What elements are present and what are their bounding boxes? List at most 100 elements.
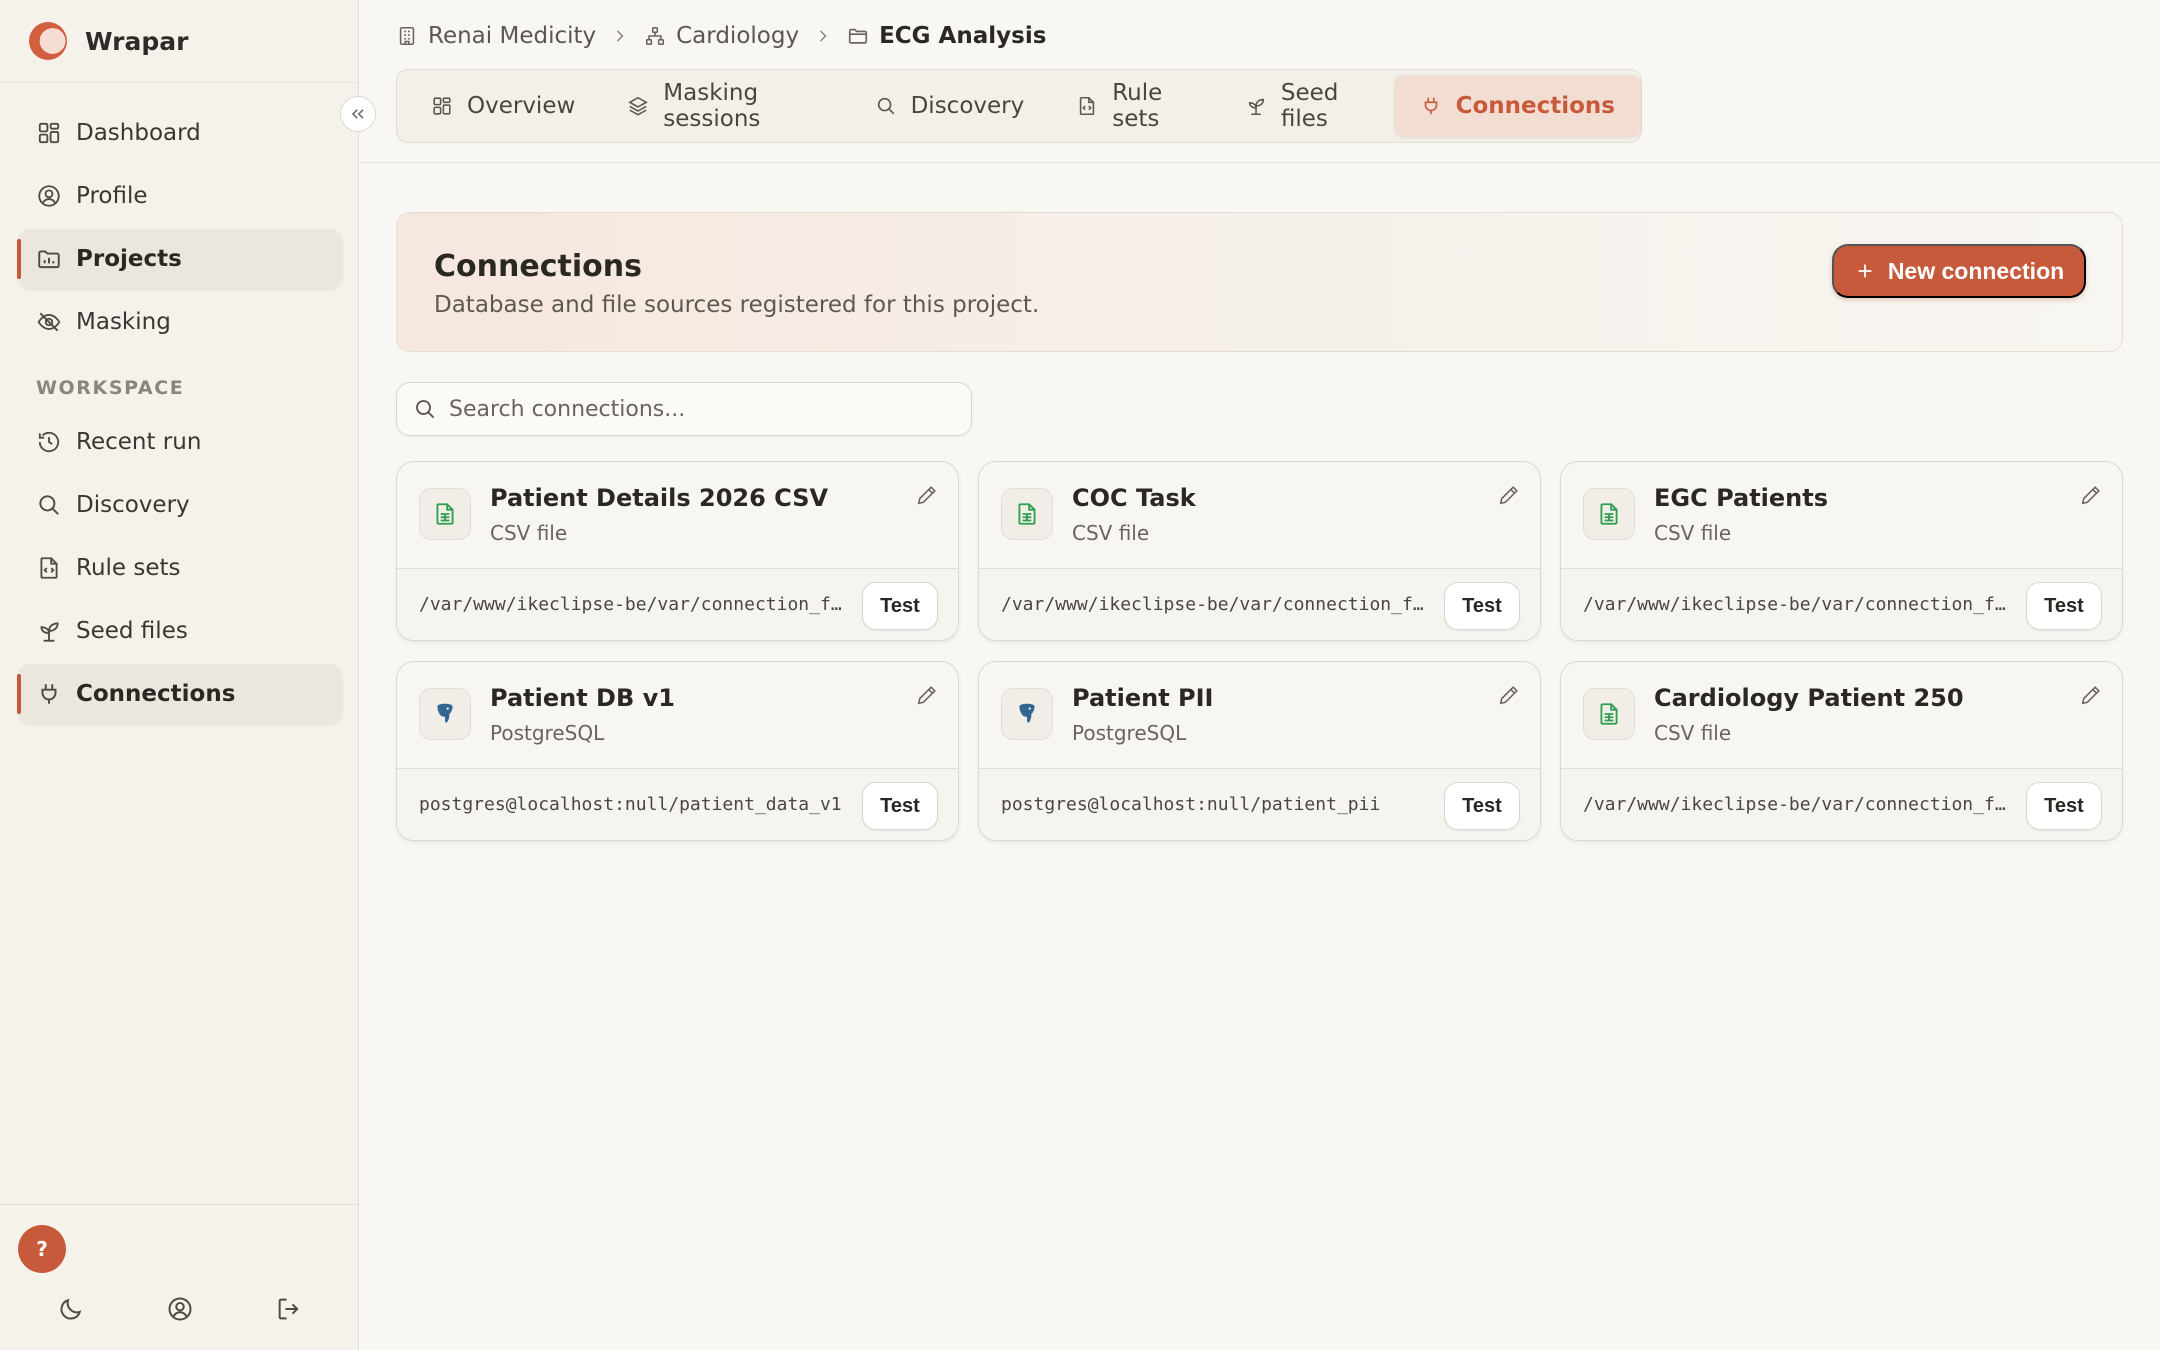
tab-label: Seed files <box>1280 80 1339 132</box>
folder-icon <box>847 25 869 47</box>
connection-card[interactable]: Patient DB v1 PostgreSQL postgres@localh… <box>396 661 959 841</box>
tab-label: Masking sessions <box>663 80 761 132</box>
brand-logo-icon <box>29 22 67 60</box>
breadcrumb-label: ECG Analysis <box>879 23 1047 49</box>
sidebar-item-label: Discovery <box>76 492 190 518</box>
connection-type: PostgreSQL <box>1072 721 1187 745</box>
test-connection-button[interactable]: Test <box>862 782 938 830</box>
sidebar-item-label: Seed files <box>76 618 188 644</box>
user-circle-icon <box>36 183 62 209</box>
help-button[interactable]: ? <box>18 1225 66 1273</box>
connection-card-header: EGC Patients CSV file <box>1561 462 2122 568</box>
sidebar-item-connections[interactable]: Connections <box>17 664 342 724</box>
project-tabs: Overview Masking sessions Discovery Rule… <box>396 69 1642 143</box>
pencil-icon[interactable] <box>1498 684 1520 706</box>
search-bar <box>396 382 972 436</box>
connection-card[interactable]: EGC Patients CSV file /var/www/ikeclipse… <box>1560 461 2123 641</box>
connection-card[interactable]: Patient Details 2026 CSV CSV file /var/w… <box>396 461 959 641</box>
connection-card-footer: /var/www/ikeclipse-be/var/connection_fil… <box>1561 568 2122 640</box>
sidebar-item-discovery[interactable]: Discovery <box>18 475 342 535</box>
pencil-icon[interactable] <box>1498 484 1520 506</box>
breadcrumb-item-organization[interactable]: Renai Medicity <box>396 23 596 49</box>
sitemap-icon <box>644 25 666 47</box>
sidebar-item-projects[interactable]: Projects <box>17 229 342 289</box>
brand[interactable]: Wrapar <box>0 0 358 83</box>
pencil-icon[interactable] <box>916 484 938 506</box>
search-icon <box>413 397 437 421</box>
tab-masking-sessions[interactable]: Masking sessions <box>601 75 848 137</box>
test-connection-button[interactable]: Test <box>1444 582 1520 630</box>
connection-card-footer: /var/www/ikeclipse-be/var/connection_fil… <box>397 568 958 640</box>
collapse-sidebar-button[interactable] <box>340 96 376 132</box>
sidebar-item-label: Rule sets <box>76 555 181 581</box>
sidebar-footer: ? <box>0 1204 359 1350</box>
connection-path: /var/www/ikeclipse-be/var/connection_fil… <box>1001 594 1431 615</box>
postgres-icon <box>1001 688 1053 740</box>
grid-icon <box>36 120 62 146</box>
postgres-icon <box>419 688 471 740</box>
sidebar-item-profile[interactable]: Profile <box>18 166 342 226</box>
csv-file-icon <box>1001 488 1053 540</box>
test-connection-button[interactable]: Test <box>862 582 938 630</box>
moon-icon[interactable] <box>57 1295 85 1323</box>
connection-card[interactable]: COC Task CSV file /var/www/ikeclipse-be/… <box>978 461 1541 641</box>
sidebar-item-recent-run[interactable]: Recent run <box>18 412 342 472</box>
breadcrumb-label: Cardiology <box>676 23 800 49</box>
connection-card[interactable]: Cardiology Patient 250 CSV file /var/www… <box>1560 661 2123 841</box>
plus-icon <box>1854 260 1876 282</box>
connection-path: postgres@localhost:null/patient_pii <box>1001 794 1381 815</box>
test-connection-button[interactable]: Test <box>2026 582 2102 630</box>
sidebar-item-label: Recent run <box>76 429 202 455</box>
connection-card-footer: /var/www/ikeclipse-be/var/connection_fil… <box>979 568 1540 640</box>
connection-name: Patient PII <box>1072 684 1214 712</box>
connection-type: PostgreSQL <box>490 721 605 745</box>
breadcrumb-item-project: ECG Analysis <box>847 23 1046 49</box>
sidebar-item-masking[interactable]: Masking <box>18 292 342 352</box>
csv-file-icon <box>419 488 471 540</box>
breadcrumb-label: Renai Medicity <box>428 23 597 49</box>
tab-label: Discovery <box>910 93 1025 119</box>
tab-label: Connections <box>1455 93 1615 119</box>
test-connection-button[interactable]: Test <box>2026 782 2102 830</box>
connection-name: Cardiology Patient 250 <box>1654 684 1964 712</box>
sidebar-item-dashboard[interactable]: Dashboard <box>18 103 342 163</box>
sidebar-footer-icons <box>0 1295 359 1331</box>
connection-path: postgres@localhost:null/patient_data_v1 <box>419 794 842 815</box>
building-icon <box>396 25 418 47</box>
new-connection-button[interactable]: New connection <box>1832 244 2086 298</box>
history-icon <box>36 429 62 455</box>
pencil-icon[interactable] <box>2080 484 2102 506</box>
connection-name: EGC Patients <box>1654 484 1829 512</box>
tab-label: Overview <box>467 93 576 119</box>
tab-overview[interactable]: Overview <box>405 75 601 137</box>
pencil-icon[interactable] <box>916 684 938 706</box>
topbar: Renai Medicity Cardiology ECG Analysis O… <box>360 0 2160 163</box>
pencil-icon[interactable] <box>2080 684 2102 706</box>
breadcrumb-item-department[interactable]: Cardiology <box>644 23 799 49</box>
tab-connections[interactable]: Connections <box>1393 75 1641 137</box>
connection-card[interactable]: Patient PII PostgreSQL postgres@localhos… <box>978 661 1541 841</box>
test-connection-button[interactable]: Test <box>1444 782 1520 830</box>
user-circle-icon[interactable] <box>166 1295 194 1323</box>
layers-icon <box>627 95 649 117</box>
new-connection-label: New connection <box>1887 257 2065 284</box>
search-icon <box>36 492 62 518</box>
tab-discovery[interactable]: Discovery <box>849 75 1051 137</box>
file-code-icon <box>1076 95 1098 117</box>
connection-type: CSV file <box>490 521 568 545</box>
tab-rule-sets[interactable]: Rule sets <box>1050 75 1219 137</box>
sidebar-section-workspace: WORKSPACE <box>36 377 185 399</box>
plug-icon <box>1420 95 1442 117</box>
search-input[interactable] <box>449 396 971 422</box>
csv-file-icon <box>1583 688 1635 740</box>
sidebar-item-rule-sets[interactable]: Rule sets <box>18 538 342 598</box>
connection-card-header: COC Task CSV file <box>979 462 1540 568</box>
chevrons-left-icon <box>348 104 368 124</box>
chevron-right-icon <box>610 26 630 46</box>
connections-grid: Patient Details 2026 CSV CSV file /var/w… <box>396 461 2123 841</box>
sidebar-item-seed-files[interactable]: Seed files <box>18 601 342 661</box>
tab-seed-files[interactable]: Seed files <box>1219 75 1394 137</box>
logout-icon[interactable] <box>275 1295 303 1323</box>
folder-chart-icon <box>36 246 62 272</box>
connection-name: Patient Details 2026 CSV <box>490 484 829 512</box>
